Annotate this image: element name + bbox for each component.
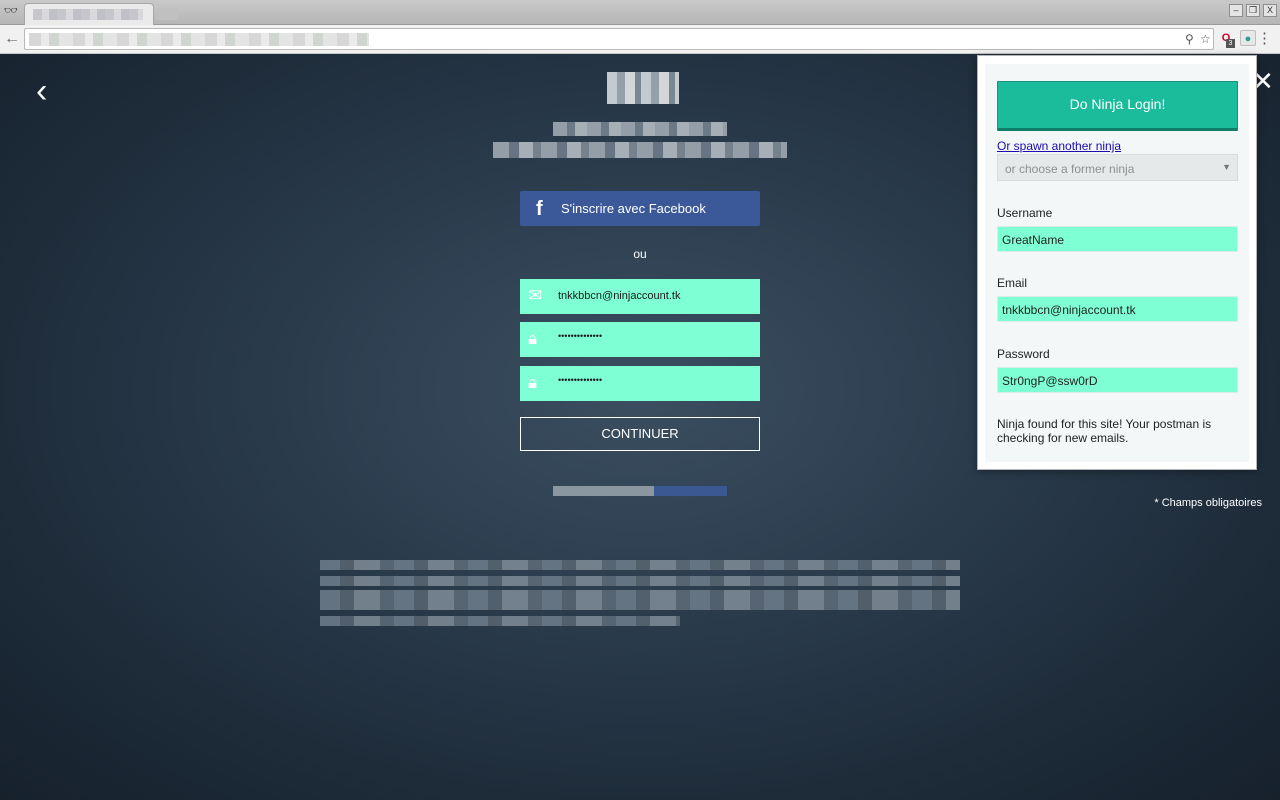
subtitle-blurred bbox=[553, 122, 727, 136]
continue-button[interactable]: CONTINUER bbox=[520, 417, 760, 451]
browser-titlebar: 👓︎ – ❐ X bbox=[0, 0, 1280, 25]
spawn-ninja-link[interactable]: Or spawn another ninja bbox=[997, 139, 1121, 153]
password-confirm-field-value: •••••••••••••• bbox=[558, 375, 603, 385]
email-label: Email bbox=[997, 276, 1028, 290]
back-arrow-icon[interactable]: ← bbox=[4, 30, 20, 48]
email-field-value: tnkkbbcn@ninjaccount.tk bbox=[558, 290, 681, 302]
legal-text-blurred bbox=[320, 590, 960, 600]
browser-tab[interactable] bbox=[24, 3, 154, 25]
extension-badge: 3 bbox=[1226, 39, 1235, 48]
bookmark-star-icon[interactable]: ☆ bbox=[1200, 32, 1211, 46]
password-field-value: •••••••••••••• bbox=[558, 331, 603, 341]
legal-text-blurred bbox=[320, 576, 960, 586]
or-separator: ou bbox=[633, 247, 647, 261]
url-blurred bbox=[29, 33, 369, 46]
password-label: Password bbox=[997, 347, 1050, 361]
former-ninja-placeholder: or choose a former ninja bbox=[1005, 162, 1135, 176]
password-confirm-field[interactable]: 🔒︎ •••••••••••••• bbox=[520, 366, 760, 401]
incognito-icon: 👓︎ bbox=[4, 5, 18, 17]
restore-button[interactable]: ❐ bbox=[1246, 4, 1260, 17]
site-logo-blurred bbox=[607, 72, 679, 104]
minimize-button[interactable]: – bbox=[1229, 4, 1243, 17]
browser-toolbar: ← ⚲ ☆ O 3 ● ⋮ bbox=[0, 25, 1280, 54]
legal-text-blurred bbox=[320, 600, 960, 610]
popup-password-value: Str0ngP@ssw0rD bbox=[1002, 374, 1098, 388]
popup-panel: Do Ninja Login! Or spawn another ninja o… bbox=[985, 64, 1249, 462]
new-tab-button[interactable] bbox=[156, 8, 178, 20]
facebook-signup-button[interactable]: f S'inscrire avec Facebook bbox=[520, 191, 760, 226]
description-blurred bbox=[493, 142, 787, 158]
pin-icon[interactable]: ⚲ bbox=[1185, 32, 1194, 46]
address-bar[interactable]: ⚲ ☆ bbox=[24, 28, 1214, 50]
password-field[interactable]: 🔒︎ •••••••••••••• bbox=[520, 322, 760, 357]
envelope-icon: ✉ bbox=[528, 286, 543, 305]
legal-text-blurred bbox=[320, 560, 960, 570]
ninja-login-button[interactable]: Do Ninja Login! bbox=[997, 81, 1238, 131]
required-fields-note: * Champs obligatoires bbox=[1154, 497, 1262, 509]
browser-menu-icon[interactable]: ⋮ bbox=[1257, 29, 1272, 47]
legal-text-blurred bbox=[320, 616, 680, 626]
tab-title-blurred bbox=[33, 9, 143, 20]
status-message: Ninja found for this site! Your postman … bbox=[997, 417, 1212, 445]
username-label: Username bbox=[997, 206, 1053, 220]
dropdown-caret-icon: ▼ bbox=[1222, 162, 1231, 172]
popup-password-field[interactable]: Str0ngP@ssw0rD bbox=[997, 367, 1238, 393]
login-link-blurred[interactable] bbox=[553, 486, 727, 496]
ninja-extension-icon[interactable]: ● bbox=[1240, 30, 1256, 46]
popup-email-value: tnkkbbcn@ninjaccount.tk bbox=[1002, 303, 1136, 317]
close-window-button[interactable]: X bbox=[1263, 4, 1277, 17]
username-value: GreatName bbox=[1002, 233, 1065, 247]
lock-icon: 🔒︎ bbox=[528, 373, 538, 392]
former-ninja-select[interactable]: or choose a former ninja ▼ bbox=[997, 154, 1238, 181]
ninja-extension-popup: Do Ninja Login! Or spawn another ninja o… bbox=[977, 55, 1257, 470]
facebook-icon: f bbox=[536, 198, 543, 220]
username-field[interactable]: GreatName bbox=[997, 226, 1238, 252]
popup-email-field[interactable]: tnkkbbcn@ninjaccount.tk bbox=[997, 296, 1238, 322]
email-field[interactable]: ✉ tnkkbbcn@ninjaccount.tk bbox=[520, 279, 760, 314]
facebook-button-label: S'inscrire avec Facebook bbox=[561, 201, 706, 216]
lock-icon: 🔒︎ bbox=[528, 329, 538, 348]
page-back-chevron-icon[interactable]: ‹ bbox=[36, 74, 56, 108]
